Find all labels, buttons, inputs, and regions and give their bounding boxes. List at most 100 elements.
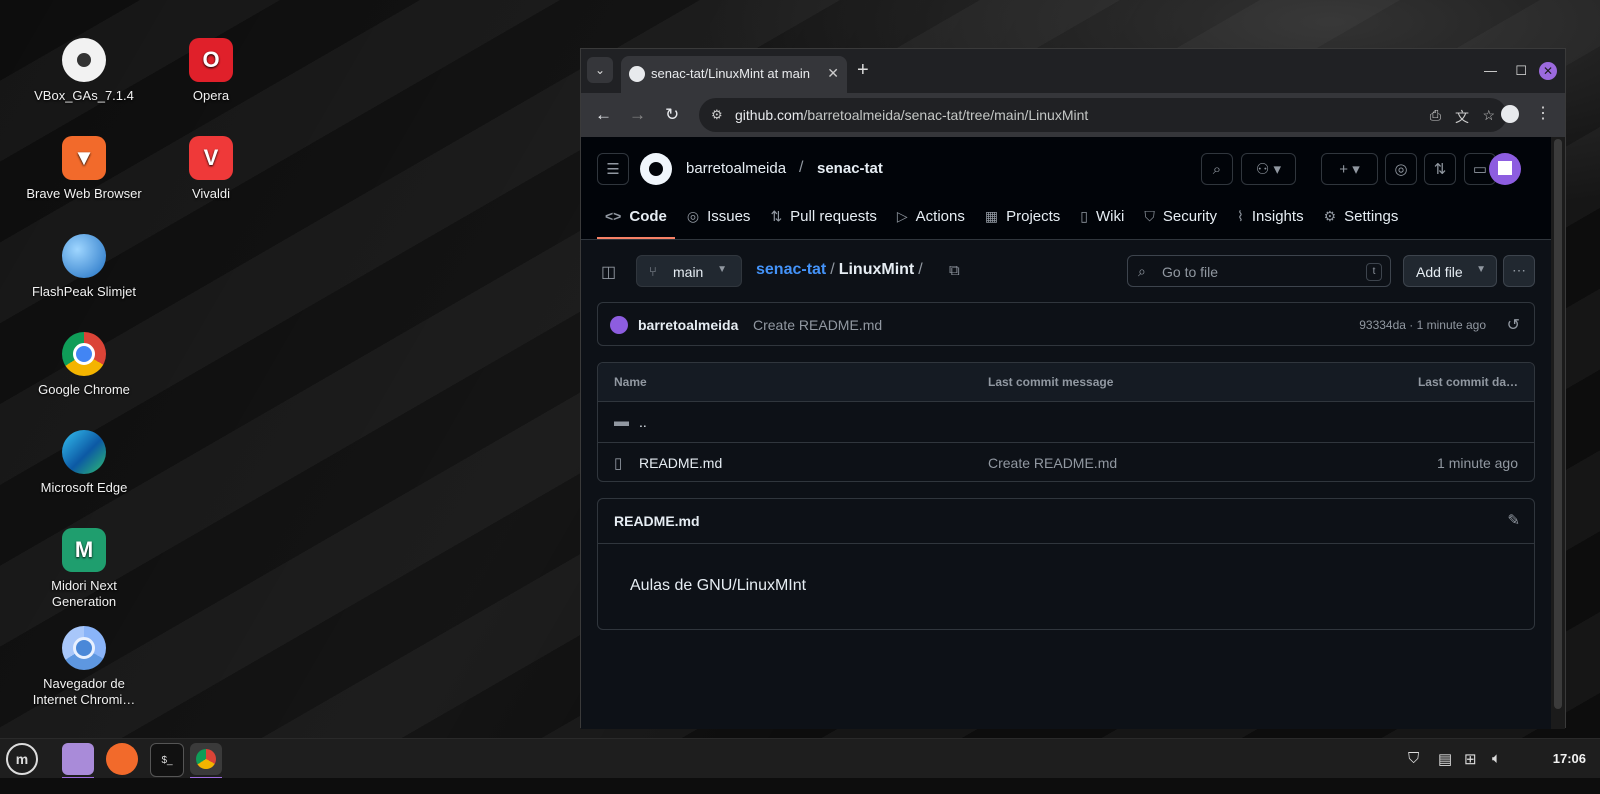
go-to-file-input[interactable]: ⌕ Go to file t — [1127, 255, 1391, 287]
chrome-taskbar-icon[interactable] — [190, 743, 222, 779]
forward-button[interactable]: → — [629, 105, 646, 125]
table-row[interactable]: ▯ README.md Create README.md 1 minute ag… — [598, 443, 1534, 481]
network-icon[interactable]: ⊞ — [1464, 750, 1477, 768]
user-avatar[interactable] — [1489, 153, 1521, 185]
new-tab-button[interactable]: + — [857, 60, 869, 80]
file-commit-message[interactable]: Create README.md — [988, 455, 1117, 471]
tab-code[interactable]: <> Code — [597, 193, 675, 239]
firefox-icon[interactable] — [106, 743, 138, 775]
tab-issues[interactable]: ◎ Issues — [679, 193, 759, 239]
desktop-icon-brave[interactable]: ▼ Brave Web Browser — [24, 136, 144, 202]
bookmark-star-icon[interactable]: ☆ — [1482, 107, 1495, 124]
gear-icon: ⚙ — [1323, 207, 1337, 224]
desktop-icon-vbox[interactable]: VBox_GAs_7.1.4 — [24, 38, 144, 104]
address-bar[interactable]: ⚙ github.com/barretoalmeida/senac-tat/tr… — [699, 98, 1507, 132]
page-scrollbar[interactable] — [1551, 137, 1565, 729]
desktop-icon-label: VBox_GAs_7.1.4 — [34, 88, 134, 103]
tab-settings[interactable]: ⚙ Settings — [1316, 193, 1407, 239]
shield-icon[interactable]: ⛉ — [1408, 750, 1419, 767]
files-folder-icon[interactable] — [62, 743, 94, 779]
scrollbar-thumb[interactable] — [1554, 139, 1562, 709]
tab-strip: ⌄ senac-tat/LinuxMint at main ✕ + — ☐ ✕ — [581, 49, 1565, 93]
translate-icon[interactable]: 文 — [1455, 107, 1469, 127]
edge-icon — [62, 430, 106, 474]
tab-actions[interactable]: ▷ Actions — [889, 193, 973, 239]
browser-menu-icon[interactable]: ⋮ — [1535, 103, 1551, 123]
file-icon: ▯ — [614, 455, 623, 472]
commit-message[interactable]: Create README.md — [753, 317, 882, 333]
history-icon[interactable]: ↺ — [1507, 315, 1520, 335]
desktop-icon-chrome[interactable]: Google Chrome — [24, 332, 144, 398]
tab-security[interactable]: ⛉ Security — [1136, 193, 1225, 239]
more-options-button[interactable]: ⋯ — [1503, 255, 1535, 287]
site-info-icon[interactable]: ⚙ — [711, 107, 723, 123]
tab-insights[interactable]: ⌇ Insights — [1229, 193, 1312, 239]
window-close-button[interactable]: ✕ — [1539, 62, 1557, 80]
branch-selector[interactable]: ⑂ main ▼ — [636, 255, 742, 287]
side-panel-icon[interactable]: ◫ — [601, 262, 616, 282]
back-button[interactable]: ← — [595, 105, 612, 125]
vivaldi-icon: V — [189, 136, 233, 180]
issue-icon: ◎ — [686, 207, 700, 224]
chevron-down-icon: ▼ — [1476, 264, 1486, 275]
chromium-icon — [62, 626, 106, 670]
parent-directory-link[interactable]: .. — [639, 414, 647, 430]
commit-meta[interactable]: 93334da · 1 minute ago — [1359, 318, 1486, 332]
chrome-icon — [62, 332, 106, 376]
browser-window: ⌄ senac-tat/LinuxMint at main ✕ + — ☐ ✕ … — [580, 48, 1566, 729]
file-navigation-row: ◫ ⑂ main ▼ senac-tat / LinuxMint / ⧉ ⌕ Go t… — [597, 255, 1537, 289]
keyboard-shortcut-hint: t — [1366, 263, 1382, 281]
breadcrumb-repo-link[interactable]: senac-tat — [756, 261, 826, 278]
desktop-icon-slimjet[interactable]: FlashPeak Slimjet — [24, 234, 144, 300]
desktop-icon-label: FlashPeak Slimjet — [31, 284, 137, 299]
readme-title[interactable]: README.md — [614, 513, 700, 529]
desktop-icon-edge[interactable]: Microsoft Edge — [24, 430, 144, 496]
repo-name-link[interactable]: senac-tat — [817, 160, 883, 177]
file-name-link[interactable]: README.md — [639, 455, 722, 471]
repo-owner-link[interactable]: barretoalmeida — [686, 160, 786, 177]
github-logo-icon[interactable] — [640, 153, 672, 185]
desktop-icon-chromium[interactable]: Navegador de Internet Chromi… — [24, 626, 144, 708]
tab-search-button[interactable]: ⌄ — [587, 57, 613, 83]
pull-requests-icon[interactable]: ⇅ — [1424, 153, 1456, 185]
folder-icon: ▬ — [614, 413, 629, 430]
install-app-icon[interactable]: ⎙ — [1430, 107, 1441, 124]
issues-icon[interactable]: ◎ — [1385, 153, 1417, 185]
create-new-button[interactable]: + ▾ — [1321, 153, 1378, 185]
url-text: github.com/barretoalmeida/senac-tat/tree… — [735, 107, 1089, 123]
clock[interactable]: 17:06 — [1553, 751, 1586, 766]
shield-icon: ⛉ — [1144, 207, 1155, 224]
commit-author[interactable]: barretoalmeida — [638, 317, 738, 333]
desktop-icon-label: Navegador de Internet Chromi… — [32, 676, 136, 707]
desktop-icon-opera[interactable]: O Opera — [151, 38, 271, 104]
desktop-icon-midori[interactable]: M Midori Next Generation — [24, 528, 144, 610]
copilot-button[interactable]: ⚇ ▾ — [1241, 153, 1296, 185]
profile-icon[interactable] — [1501, 105, 1519, 123]
volume-icon[interactable]: 🔈︎ — [1492, 750, 1501, 767]
file-commit-date: 1 minute ago — [1437, 455, 1518, 471]
hamburger-menu-icon[interactable]: ☰ — [597, 153, 629, 185]
pencil-icon[interactable]: ✎ — [1507, 511, 1520, 529]
tab-wiki[interactable]: ▯ Wiki — [1072, 193, 1132, 239]
desktop-icon-label: Opera — [192, 88, 230, 103]
tab-pull-requests[interactable]: ⇅ Pull requests — [762, 193, 884, 239]
minimize-button[interactable]: — — [1484, 63, 1497, 78]
tab-close-icon[interactable]: ✕ — [827, 65, 839, 82]
clipboard-icon[interactable]: ▤ — [1438, 750, 1452, 768]
tab-projects[interactable]: ▦ Projects — [977, 193, 1068, 239]
readme-box: README.md ✎ Aulas de GNU/LinuxMInt — [597, 498, 1535, 630]
desktop-icon-vivaldi[interactable]: V Vivaldi — [151, 136, 271, 202]
commit-author-avatar[interactable] — [610, 316, 628, 334]
search-icon[interactable]: ⌕ — [1201, 153, 1233, 185]
copy-path-icon[interactable]: ⧉ — [949, 262, 960, 279]
add-file-button[interactable]: Add file ▼ — [1403, 255, 1497, 287]
browser-tab[interactable]: senac-tat/LinuxMint at main ✕ — [621, 56, 847, 93]
maximize-button[interactable]: ☐ — [1515, 63, 1527, 79]
reload-button[interactable]: ↻ — [665, 105, 679, 125]
mint-menu-icon[interactable]: m — [6, 743, 38, 775]
column-name: Name — [614, 375, 647, 389]
desktop-icon-label: Microsoft Edge — [40, 480, 128, 495]
go-to-file-placeholder: Go to file — [1162, 264, 1219, 280]
table-row[interactable]: ▬ .. — [598, 402, 1534, 443]
terminal-icon[interactable]: $_ — [150, 743, 184, 780]
